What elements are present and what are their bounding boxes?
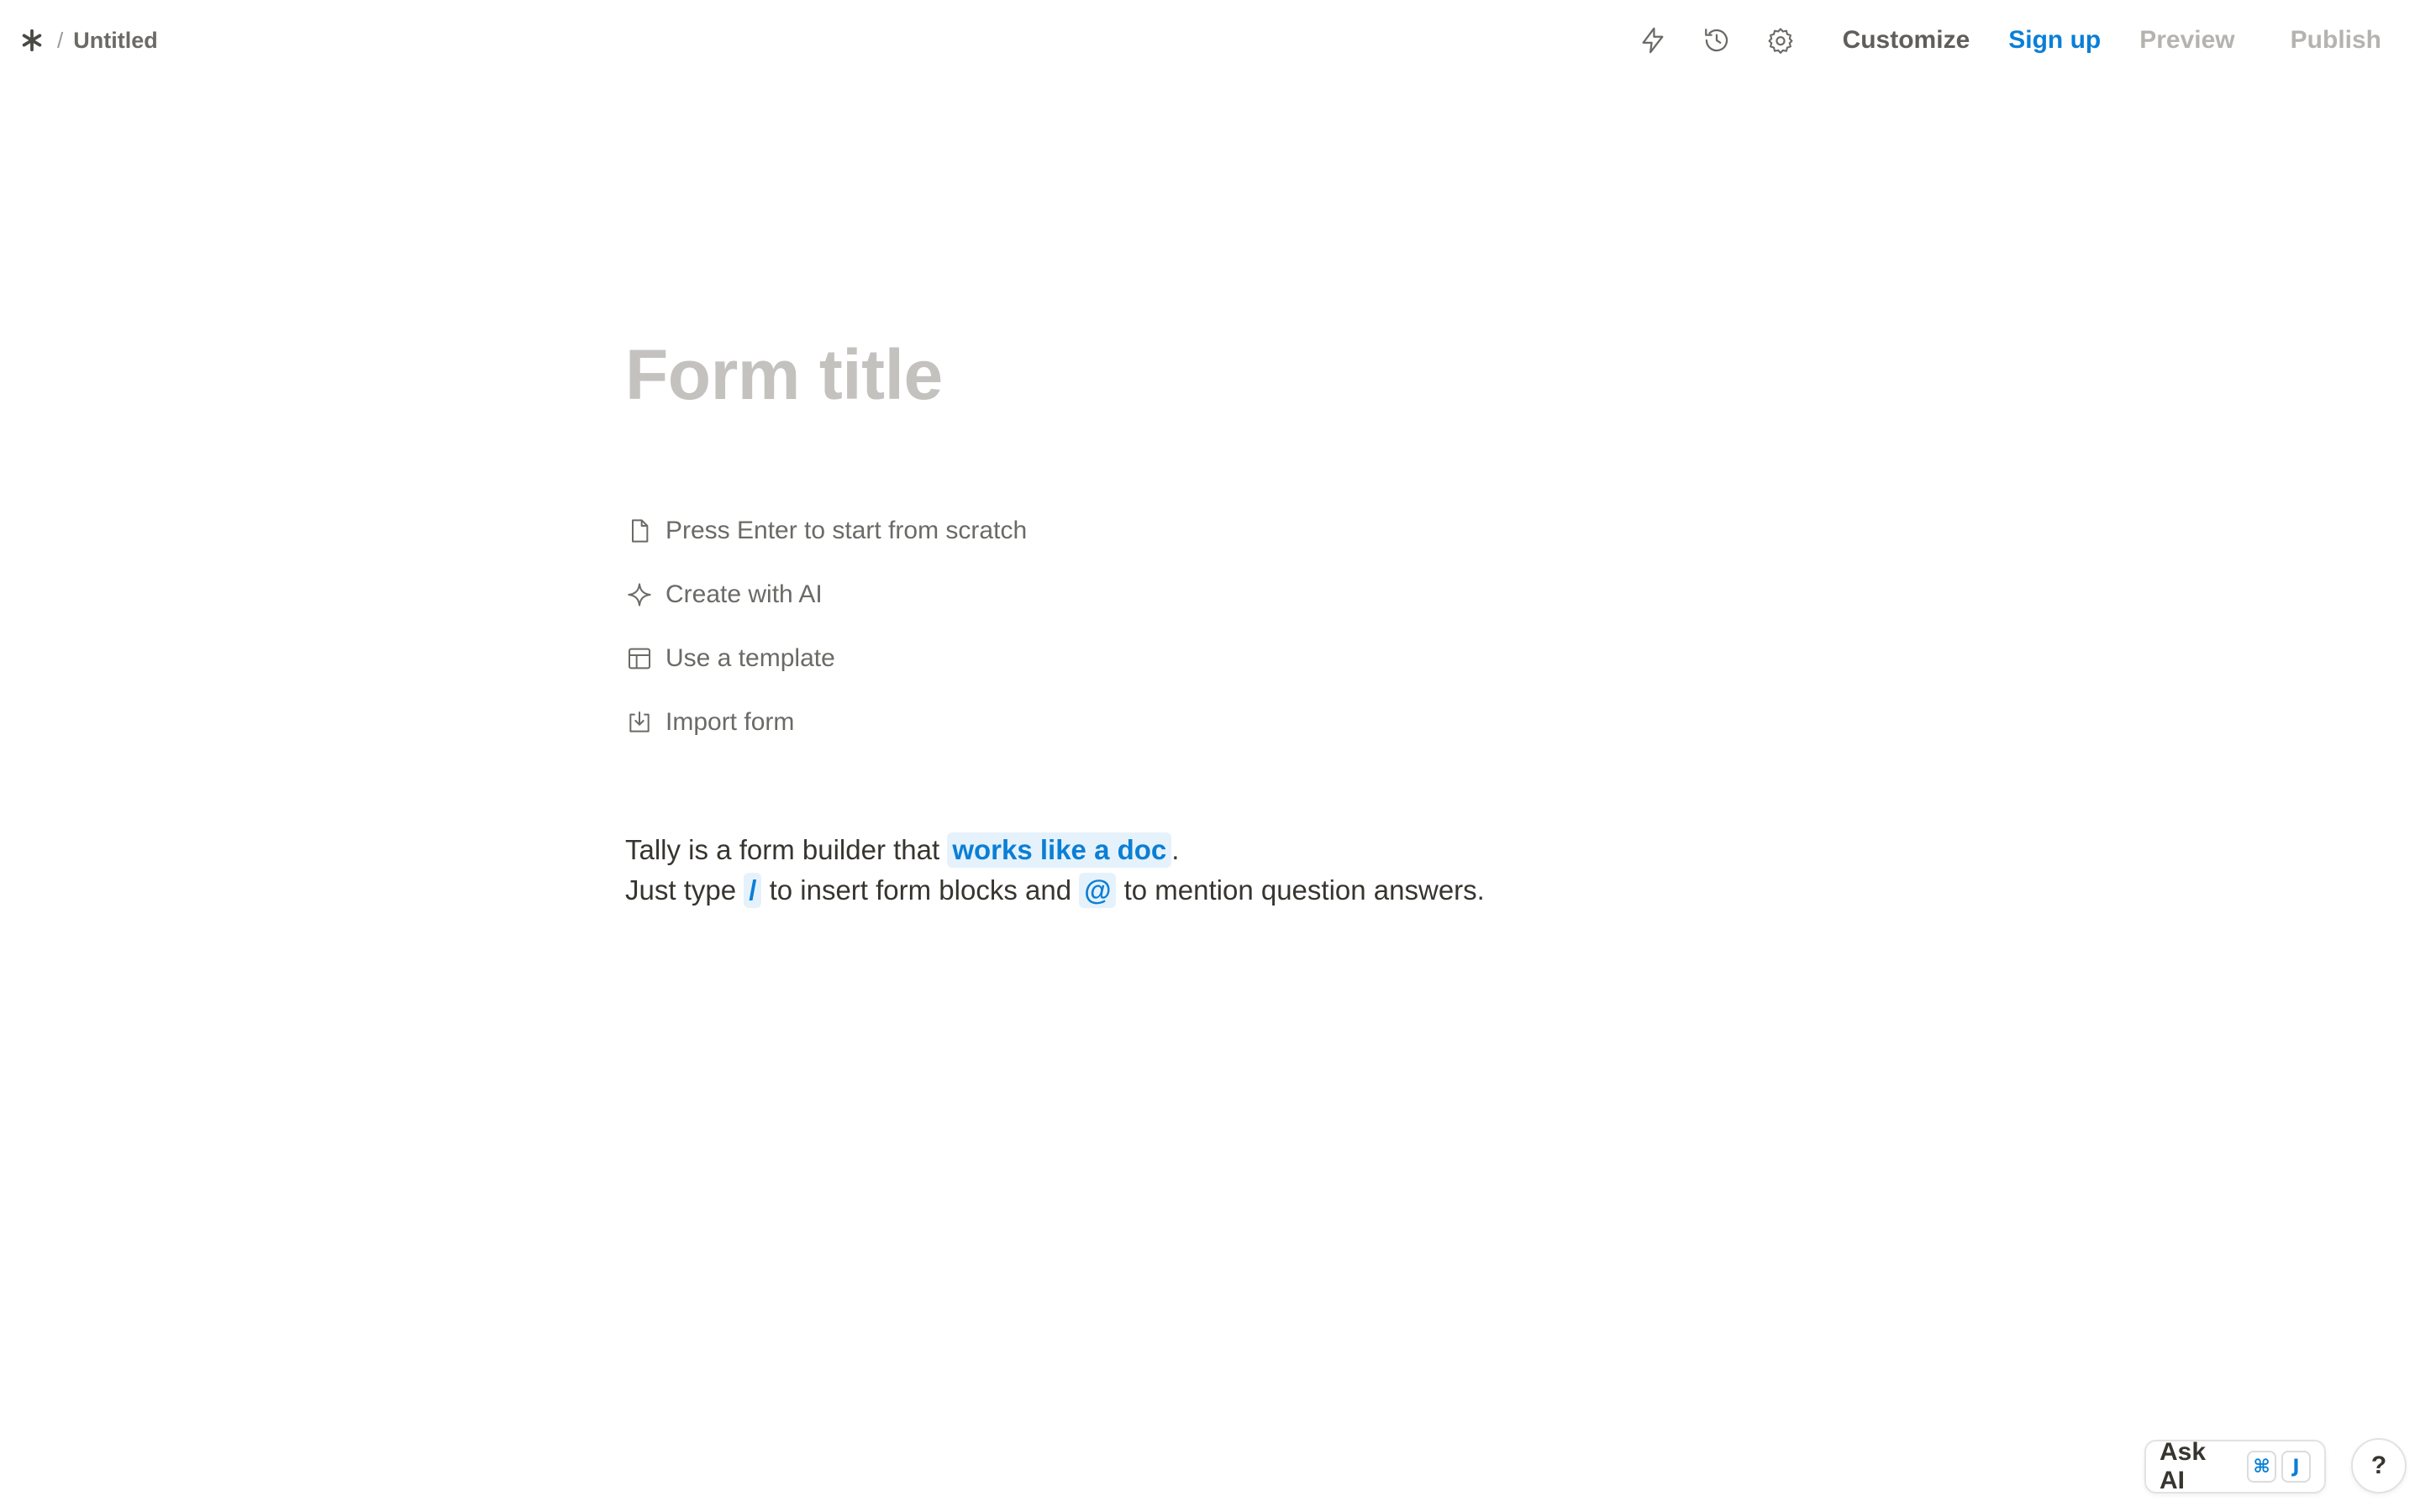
publish-button[interactable]: Publish bbox=[2281, 18, 2391, 63]
intro-text-segment: Just type bbox=[625, 874, 744, 906]
sign-up-button[interactable]: Sign up bbox=[1998, 18, 2111, 63]
integrations-button[interactable] bbox=[1629, 17, 1676, 64]
option-use-template[interactable]: Use a template bbox=[625, 627, 1802, 690]
history-button[interactable] bbox=[1693, 17, 1740, 64]
option-import-form[interactable]: Import form bbox=[625, 690, 1802, 754]
form-name-breadcrumb[interactable]: Untitled bbox=[73, 28, 158, 54]
gear-icon bbox=[1768, 28, 1793, 54]
tally-logo-icon[interactable] bbox=[17, 25, 47, 55]
option-start-from-scratch[interactable]: Press Enter to start from scratch bbox=[625, 499, 1802, 563]
breadcrumb-separator: / bbox=[57, 27, 64, 53]
intro-text-segment: to insert form blocks and bbox=[761, 874, 1080, 906]
j-key-hint: J bbox=[2281, 1451, 2311, 1483]
slash-command-highlight: / bbox=[744, 873, 762, 908]
start-options: Press Enter to start from scratch Create… bbox=[625, 499, 1802, 754]
settings-button[interactable] bbox=[1757, 17, 1804, 64]
history-icon bbox=[1704, 29, 1728, 52]
intro-text-segment: to mention question answers. bbox=[1116, 874, 1485, 906]
top-bar: / Untitled Customize Sign up Preview Pub… bbox=[0, 0, 2420, 81]
form-editor: Form title Press Enter to start from scr… bbox=[625, 328, 1802, 911]
command-key-hint: ⌘ bbox=[2247, 1451, 2277, 1483]
mention-highlight: @ bbox=[1079, 873, 1117, 908]
intro-text-segment: Tally is a form builder that bbox=[625, 834, 948, 865]
import-icon bbox=[625, 708, 654, 737]
document-icon bbox=[625, 517, 654, 545]
template-icon bbox=[625, 644, 654, 673]
option-label: Use a template bbox=[666, 644, 835, 672]
page: / Untitled Customize Sign up Preview Pub… bbox=[0, 0, 2420, 1512]
help-button[interactable]: ? bbox=[2351, 1438, 2407, 1494]
toolbar: Customize Sign up Preview Publish bbox=[1629, 17, 2391, 64]
customize-button[interactable]: Customize bbox=[1833, 18, 1981, 63]
breadcrumb: / Untitled bbox=[17, 25, 158, 55]
intro-line-2: Just type / to insert form blocks and @ … bbox=[625, 870, 1802, 911]
lightning-icon bbox=[1642, 27, 1664, 54]
form-title-input[interactable]: Form title bbox=[625, 328, 1802, 422]
sparkle-icon bbox=[625, 580, 654, 609]
option-create-with-ai[interactable]: Create with AI bbox=[625, 563, 1802, 627]
intro-line-1: Tally is a form builder that works like … bbox=[625, 830, 1802, 870]
option-label: Import form bbox=[666, 708, 795, 736]
option-label: Press Enter to start from scratch bbox=[666, 517, 1028, 544]
intro-text-segment: . bbox=[1171, 834, 1180, 865]
works-like-a-doc-highlight: works like a doc bbox=[947, 832, 1172, 868]
option-label: Create with AI bbox=[666, 580, 823, 608]
intro-text: Tally is a form builder that works like … bbox=[625, 830, 1802, 911]
ask-ai-label: Ask AI bbox=[2160, 1438, 2207, 1494]
preview-button[interactable]: Preview bbox=[2129, 18, 2244, 63]
ask-ai-button[interactable]: Ask AI ⌘ J bbox=[2144, 1438, 2326, 1494]
